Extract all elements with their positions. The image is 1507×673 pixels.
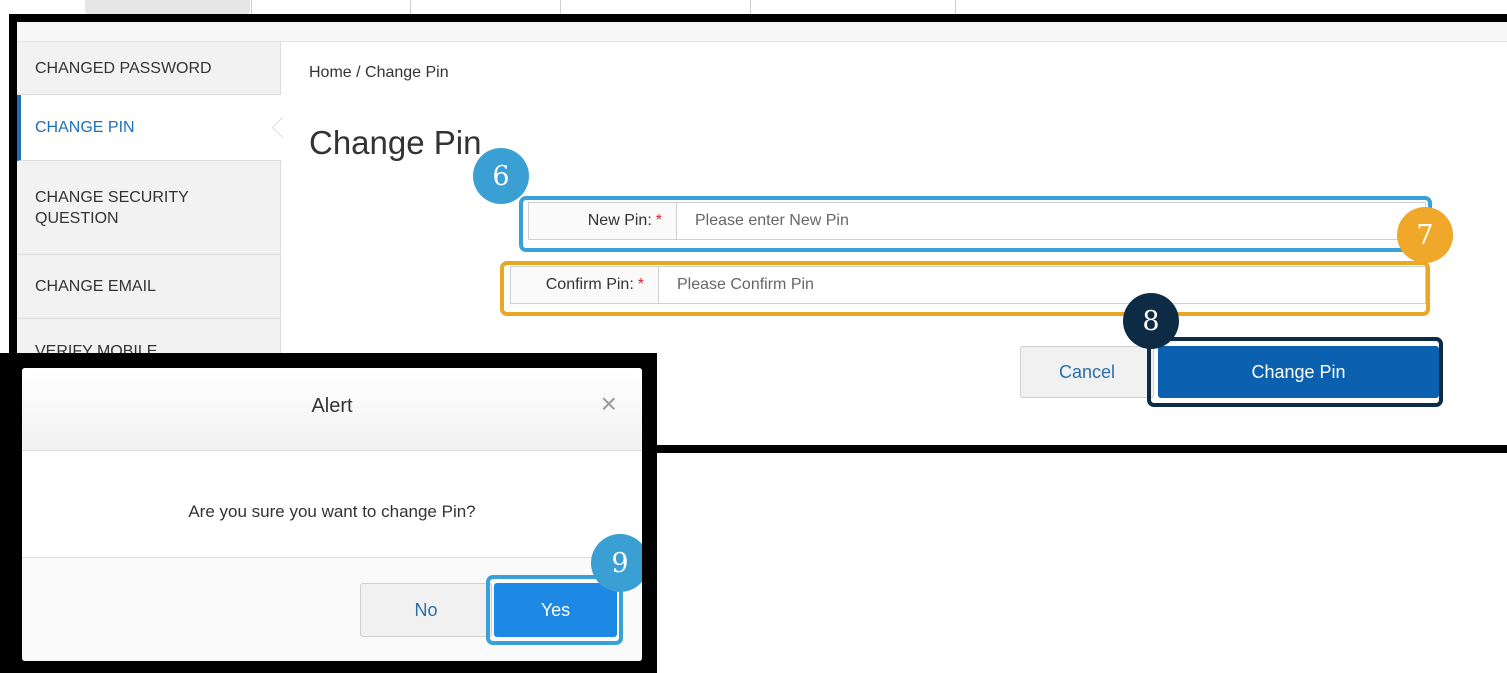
strip-divider [410,0,411,14]
no-button[interactable]: No [360,583,492,637]
alert-dialog: Alert × Are you sure you want to change … [22,368,642,661]
top-tab-fragment [85,0,250,14]
page-top-strip [0,0,1507,14]
close-icon[interactable]: × [601,390,617,418]
dialog-message: Are you sure you want to change Pin? [188,502,476,521]
confirm-pin-label: Confirm Pin: * [511,267,659,303]
yes-button[interactable]: Yes [494,583,617,637]
dialog-title: Alert [311,395,353,417]
panel-top-bar [17,22,1507,42]
callout-badge-6: 6 [473,148,529,204]
sidebar-item-change-security-question[interactable]: CHANGE SECURITY QUESTION [17,161,281,255]
required-asterisk: * [655,212,662,229]
callout-badge-8: 8 [1123,293,1179,349]
sidebar-item-change-email[interactable]: CHANGE EMAIL [17,255,281,319]
cancel-button[interactable]: Cancel [1020,346,1154,398]
strip-divider [750,0,751,14]
dialog-header: Alert × [22,368,642,451]
sidebar-item-label: CHANGE SECURITY QUESTION [35,188,189,227]
confirm-pin-input[interactable] [659,267,1425,303]
required-asterisk: * [637,276,644,293]
sidebar-item-label: CHANGE PIN [35,119,135,136]
new-pin-label: New Pin: * [529,203,677,239]
page-title: Change Pin [309,124,482,161]
new-pin-label-text: New Pin: [587,212,652,229]
callout-badge-7: 7 [1397,207,1453,263]
dialog-footer: No Yes [22,558,642,661]
sidebar-item-label: CHANGED PASSWORD [35,59,212,77]
callout-badge-9: 9 [591,534,642,592]
sidebar-item-changed-password[interactable]: CHANGED PASSWORD [17,42,281,95]
strip-divider [560,0,561,14]
new-pin-input[interactable] [677,203,1425,239]
change-pin-button[interactable]: Change Pin [1158,346,1439,398]
dialog-body: Are you sure you want to change Pin? [22,451,642,558]
confirm-pin-label-text: Confirm Pin: [545,276,634,293]
sidebar-item-label: CHANGE EMAIL [35,278,156,295]
strip-divider [251,0,252,14]
strip-divider [955,0,956,14]
breadcrumb: Home / Change Pin [309,64,449,81]
sidebar-item-change-pin[interactable]: CHANGE PIN [17,95,282,161]
confirm-pin-row: Confirm Pin: * [510,266,1426,304]
new-pin-row: New Pin: * [528,202,1426,240]
